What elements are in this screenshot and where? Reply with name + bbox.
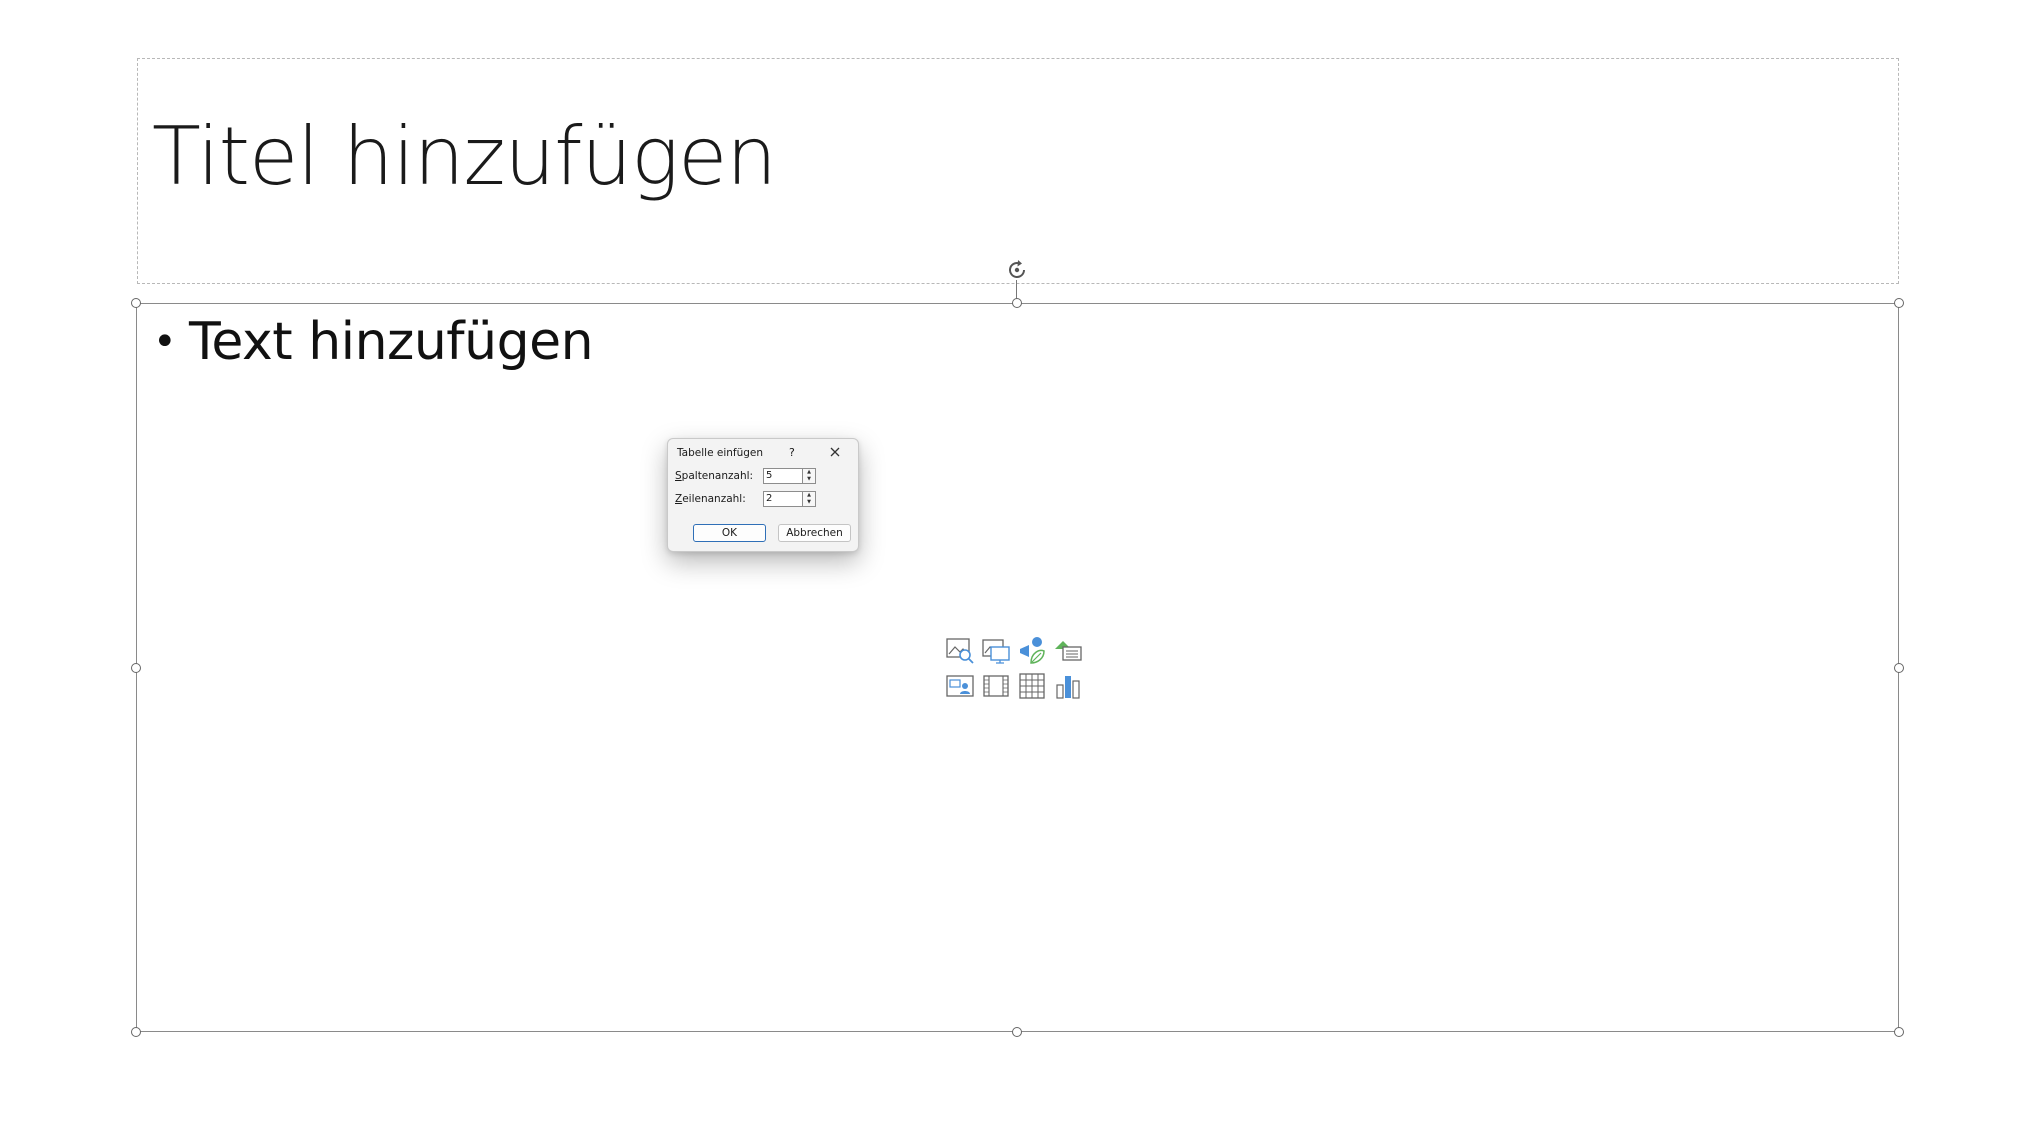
ok-button[interactable]: OK	[693, 524, 766, 542]
resize-handle-bottom-right[interactable]	[1894, 1027, 1904, 1037]
content-placeholder-text[interactable]: Text hinzufügen	[189, 312, 594, 372]
help-button[interactable]: ?	[789, 446, 795, 459]
resize-handle-right[interactable]	[1894, 663, 1904, 673]
resize-handle-top-right[interactable]	[1894, 298, 1904, 308]
close-icon[interactable]	[828, 445, 842, 459]
icons-insert-icon[interactable]	[1017, 635, 1053, 671]
resize-handle-bottom[interactable]	[1012, 1027, 1022, 1037]
title-placeholder[interactable]: Titel hinzufügen	[137, 58, 1899, 284]
bullet-icon: •	[153, 319, 177, 365]
dialog-title: Tabelle einfügen	[677, 447, 764, 459]
rows-spinner[interactable]: ▲ ▼	[803, 491, 816, 507]
rows-input[interactable]: 2	[763, 491, 803, 507]
columns-row: Spaltenanzahl: 5 ▲ ▼	[675, 468, 816, 484]
slide-canvas: Titel hinzufügen • Text hinzufügen Tabel…	[0, 0, 2023, 1136]
spin-up-icon[interactable]: ▲	[803, 492, 815, 499]
spin-down-icon[interactable]: ▼	[803, 499, 815, 506]
bullet-item[interactable]: • Text hinzufügen	[153, 312, 594, 372]
insert-content-icons	[945, 635, 1085, 707]
video-icon[interactable]	[981, 671, 1017, 707]
rows-row: Zeilenanzahl: 2 ▲ ▼	[675, 491, 816, 507]
spin-down-icon[interactable]: ▼	[803, 476, 815, 483]
columns-label: Spaltenanzahl:	[675, 470, 754, 482]
columns-input[interactable]: 5	[763, 468, 803, 484]
resize-handle-top-left[interactable]	[131, 298, 141, 308]
cancel-button[interactable]: Abbrechen	[778, 524, 851, 542]
resize-handle-left[interactable]	[131, 663, 141, 673]
chart-icon[interactable]	[1053, 671, 1089, 707]
title-placeholder-text[interactable]: Titel hinzufügen	[152, 117, 777, 197]
pictures-icon[interactable]	[981, 635, 1017, 671]
resize-handle-bottom-left[interactable]	[131, 1027, 141, 1037]
columns-spinner[interactable]: ▲ ▼	[803, 468, 816, 484]
table-icon[interactable]	[1017, 671, 1053, 707]
rotate-handle-icon[interactable]	[1005, 258, 1029, 282]
rows-label: Zeilenanzahl:	[675, 493, 746, 505]
cameo-icon[interactable]	[945, 671, 981, 707]
resize-handle-top[interactable]	[1012, 298, 1022, 308]
stock-images-icon[interactable]	[945, 635, 981, 671]
smartart-icon[interactable]	[1053, 635, 1089, 671]
insert-table-dialog: Tabelle einfügen ? Spaltenanzahl: 5 ▲ ▼ …	[667, 438, 859, 552]
spin-up-icon[interactable]: ▲	[803, 469, 815, 476]
